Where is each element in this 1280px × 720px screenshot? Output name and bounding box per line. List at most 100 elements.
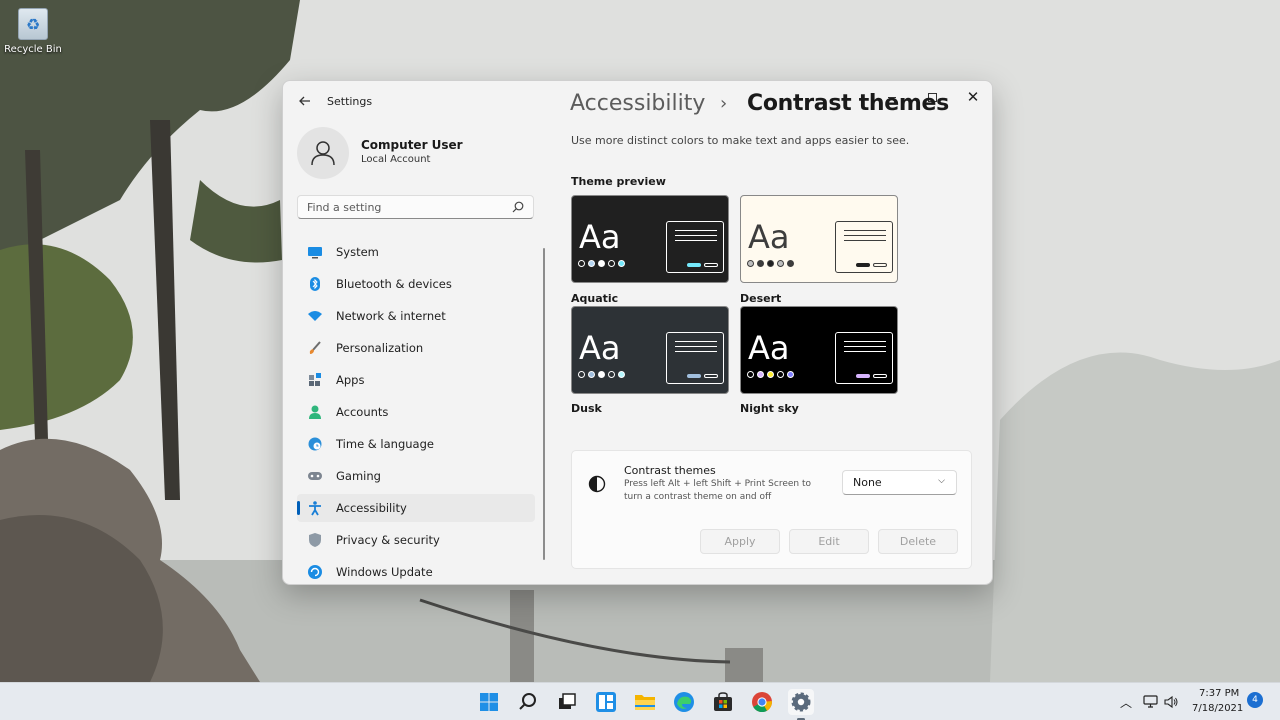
theme-color-dot xyxy=(608,260,615,267)
theme-name-dusk: Dusk xyxy=(571,402,602,415)
sidebar-item-system[interactable]: System xyxy=(297,238,535,266)
close-icon: ✕ xyxy=(966,88,980,106)
wifi-icon xyxy=(308,311,322,321)
sidebar-item-personalization[interactable]: Personalization xyxy=(297,334,535,362)
accessibility-icon xyxy=(309,501,321,516)
theme-color-dot xyxy=(787,260,794,267)
sidebar-item-label: Gaming xyxy=(336,469,381,483)
breadcrumb-parent[interactable]: Accessibility xyxy=(570,91,705,116)
sidebar-item-label: Time & language xyxy=(336,437,434,451)
sidebar-item-accounts[interactable]: Accounts xyxy=(297,398,535,426)
sidebar-item-label: System xyxy=(336,245,379,259)
sidebar-item-label: Bluetooth & devices xyxy=(336,277,452,291)
sidebar-item-accessibility[interactable]: Accessibility xyxy=(297,494,535,522)
sidebar-item-time-language[interactable]: Time & language xyxy=(297,430,535,458)
widgets-button[interactable] xyxy=(593,689,619,715)
sidebar-item-label: Accounts xyxy=(336,405,389,419)
chrome-button[interactable] xyxy=(749,689,775,715)
apply-button[interactable]: Apply xyxy=(700,529,780,554)
sidebar-item-network-internet[interactable]: Network & internet xyxy=(297,302,535,330)
theme-color-dot xyxy=(588,371,595,378)
theme-color-dot xyxy=(767,371,774,378)
theme-window-preview xyxy=(666,332,724,384)
sidebar-item-gaming[interactable]: Gaming xyxy=(297,462,535,490)
theme-color-dots xyxy=(747,260,794,267)
sidebar-scrollbar[interactable] xyxy=(543,248,545,560)
theme-color-dot xyxy=(757,371,764,378)
recycle-bin-shortcut[interactable]: ♻ Recycle Bin xyxy=(4,8,62,55)
theme-color-dots xyxy=(578,371,625,378)
search-icon xyxy=(519,693,536,710)
theme-window-preview xyxy=(666,221,724,273)
shield-icon xyxy=(309,533,321,547)
theme-color-dot xyxy=(747,371,754,378)
avatar[interactable] xyxy=(297,127,349,179)
clock-date[interactable]: 7/18/2021 xyxy=(1192,703,1243,714)
edit-button[interactable]: Edit xyxy=(789,529,869,554)
chevron-down-icon: ⌵ xyxy=(938,476,945,486)
theme-sample-text: Aa xyxy=(748,218,790,256)
monitor-icon xyxy=(308,247,322,259)
task-view-icon xyxy=(559,693,576,709)
edge-icon xyxy=(674,692,694,712)
person-icon xyxy=(309,405,321,419)
theme-color-dot xyxy=(618,260,625,267)
breadcrumb-separator: › xyxy=(720,93,728,114)
theme-preview-heading: Theme preview xyxy=(571,175,666,188)
show-hidden-icons-button[interactable]: ︿ xyxy=(1118,694,1134,710)
theme-sample-text: Aa xyxy=(579,329,621,367)
sidebar-item-bluetooth-devices[interactable]: Bluetooth & devices xyxy=(297,270,535,298)
close-button[interactable]: ✕ xyxy=(958,85,988,109)
theme-color-dot xyxy=(608,371,615,378)
search-icon xyxy=(512,201,524,213)
back-arrow-icon xyxy=(299,96,310,106)
account-type: Local Account xyxy=(361,154,431,165)
theme-color-dot xyxy=(598,371,605,378)
clock-time[interactable]: 7:37 PM xyxy=(1199,688,1239,699)
sidebar-item-label: Windows Update xyxy=(336,565,433,579)
theme-color-dot xyxy=(767,260,774,267)
start-icon xyxy=(480,693,498,711)
theme-preview-dusk[interactable]: Aa xyxy=(571,306,729,394)
volume-tray-button[interactable] xyxy=(1163,694,1179,710)
theme-sample-text: Aa xyxy=(748,329,790,367)
contrast-theme-dropdown[interactable]: None ⌵ xyxy=(842,470,957,495)
dropdown-selected-value: None xyxy=(853,476,882,489)
theme-preview-desert[interactable]: Aa xyxy=(740,195,898,283)
sidebar-item-windows-update[interactable]: Windows Update xyxy=(297,558,535,584)
search-input[interactable]: Find a setting xyxy=(297,195,534,219)
volume-icon xyxy=(1163,695,1177,709)
network-tray-button[interactable] xyxy=(1142,694,1158,710)
back-button[interactable] xyxy=(295,91,315,111)
page-description: Use more distinct colors to make text an… xyxy=(571,134,910,147)
task-view-button[interactable] xyxy=(554,689,580,715)
theme-preview-night-sky[interactable]: Aa xyxy=(740,306,898,394)
theme-color-dot xyxy=(747,260,754,267)
theme-color-dot xyxy=(787,371,794,378)
user-icon xyxy=(311,141,335,166)
store-button[interactable] xyxy=(710,689,736,715)
taskbar-search-button[interactable] xyxy=(515,689,541,715)
sidebar-item-apps[interactable]: Apps xyxy=(297,366,535,394)
network-icon xyxy=(1142,695,1158,708)
start-button[interactable] xyxy=(476,689,502,715)
file-explorer-button[interactable] xyxy=(632,689,658,715)
theme-preview-aquatic[interactable]: Aa xyxy=(571,195,729,283)
theme-color-dots xyxy=(747,371,794,378)
search-placeholder: Find a setting xyxy=(307,201,382,214)
edge-button[interactable] xyxy=(671,689,697,715)
page-title: Contrast themes xyxy=(747,91,949,116)
theme-color-dot xyxy=(777,260,784,267)
widgets-icon xyxy=(596,692,616,712)
chrome-icon xyxy=(752,692,772,713)
theme-window-preview xyxy=(835,221,893,273)
theme-color-dot xyxy=(578,260,585,267)
delete-button[interactable]: Delete xyxy=(878,529,958,554)
sidebar-item-label: Apps xyxy=(336,373,365,387)
notification-badge[interactable]: 4 xyxy=(1247,692,1263,708)
sidebar-item-privacy-security[interactable]: Privacy & security xyxy=(297,526,535,554)
file-explorer-icon xyxy=(635,695,655,710)
settings-button[interactable] xyxy=(788,689,814,720)
bluetooth-icon xyxy=(310,277,320,291)
brush-icon xyxy=(309,341,321,354)
